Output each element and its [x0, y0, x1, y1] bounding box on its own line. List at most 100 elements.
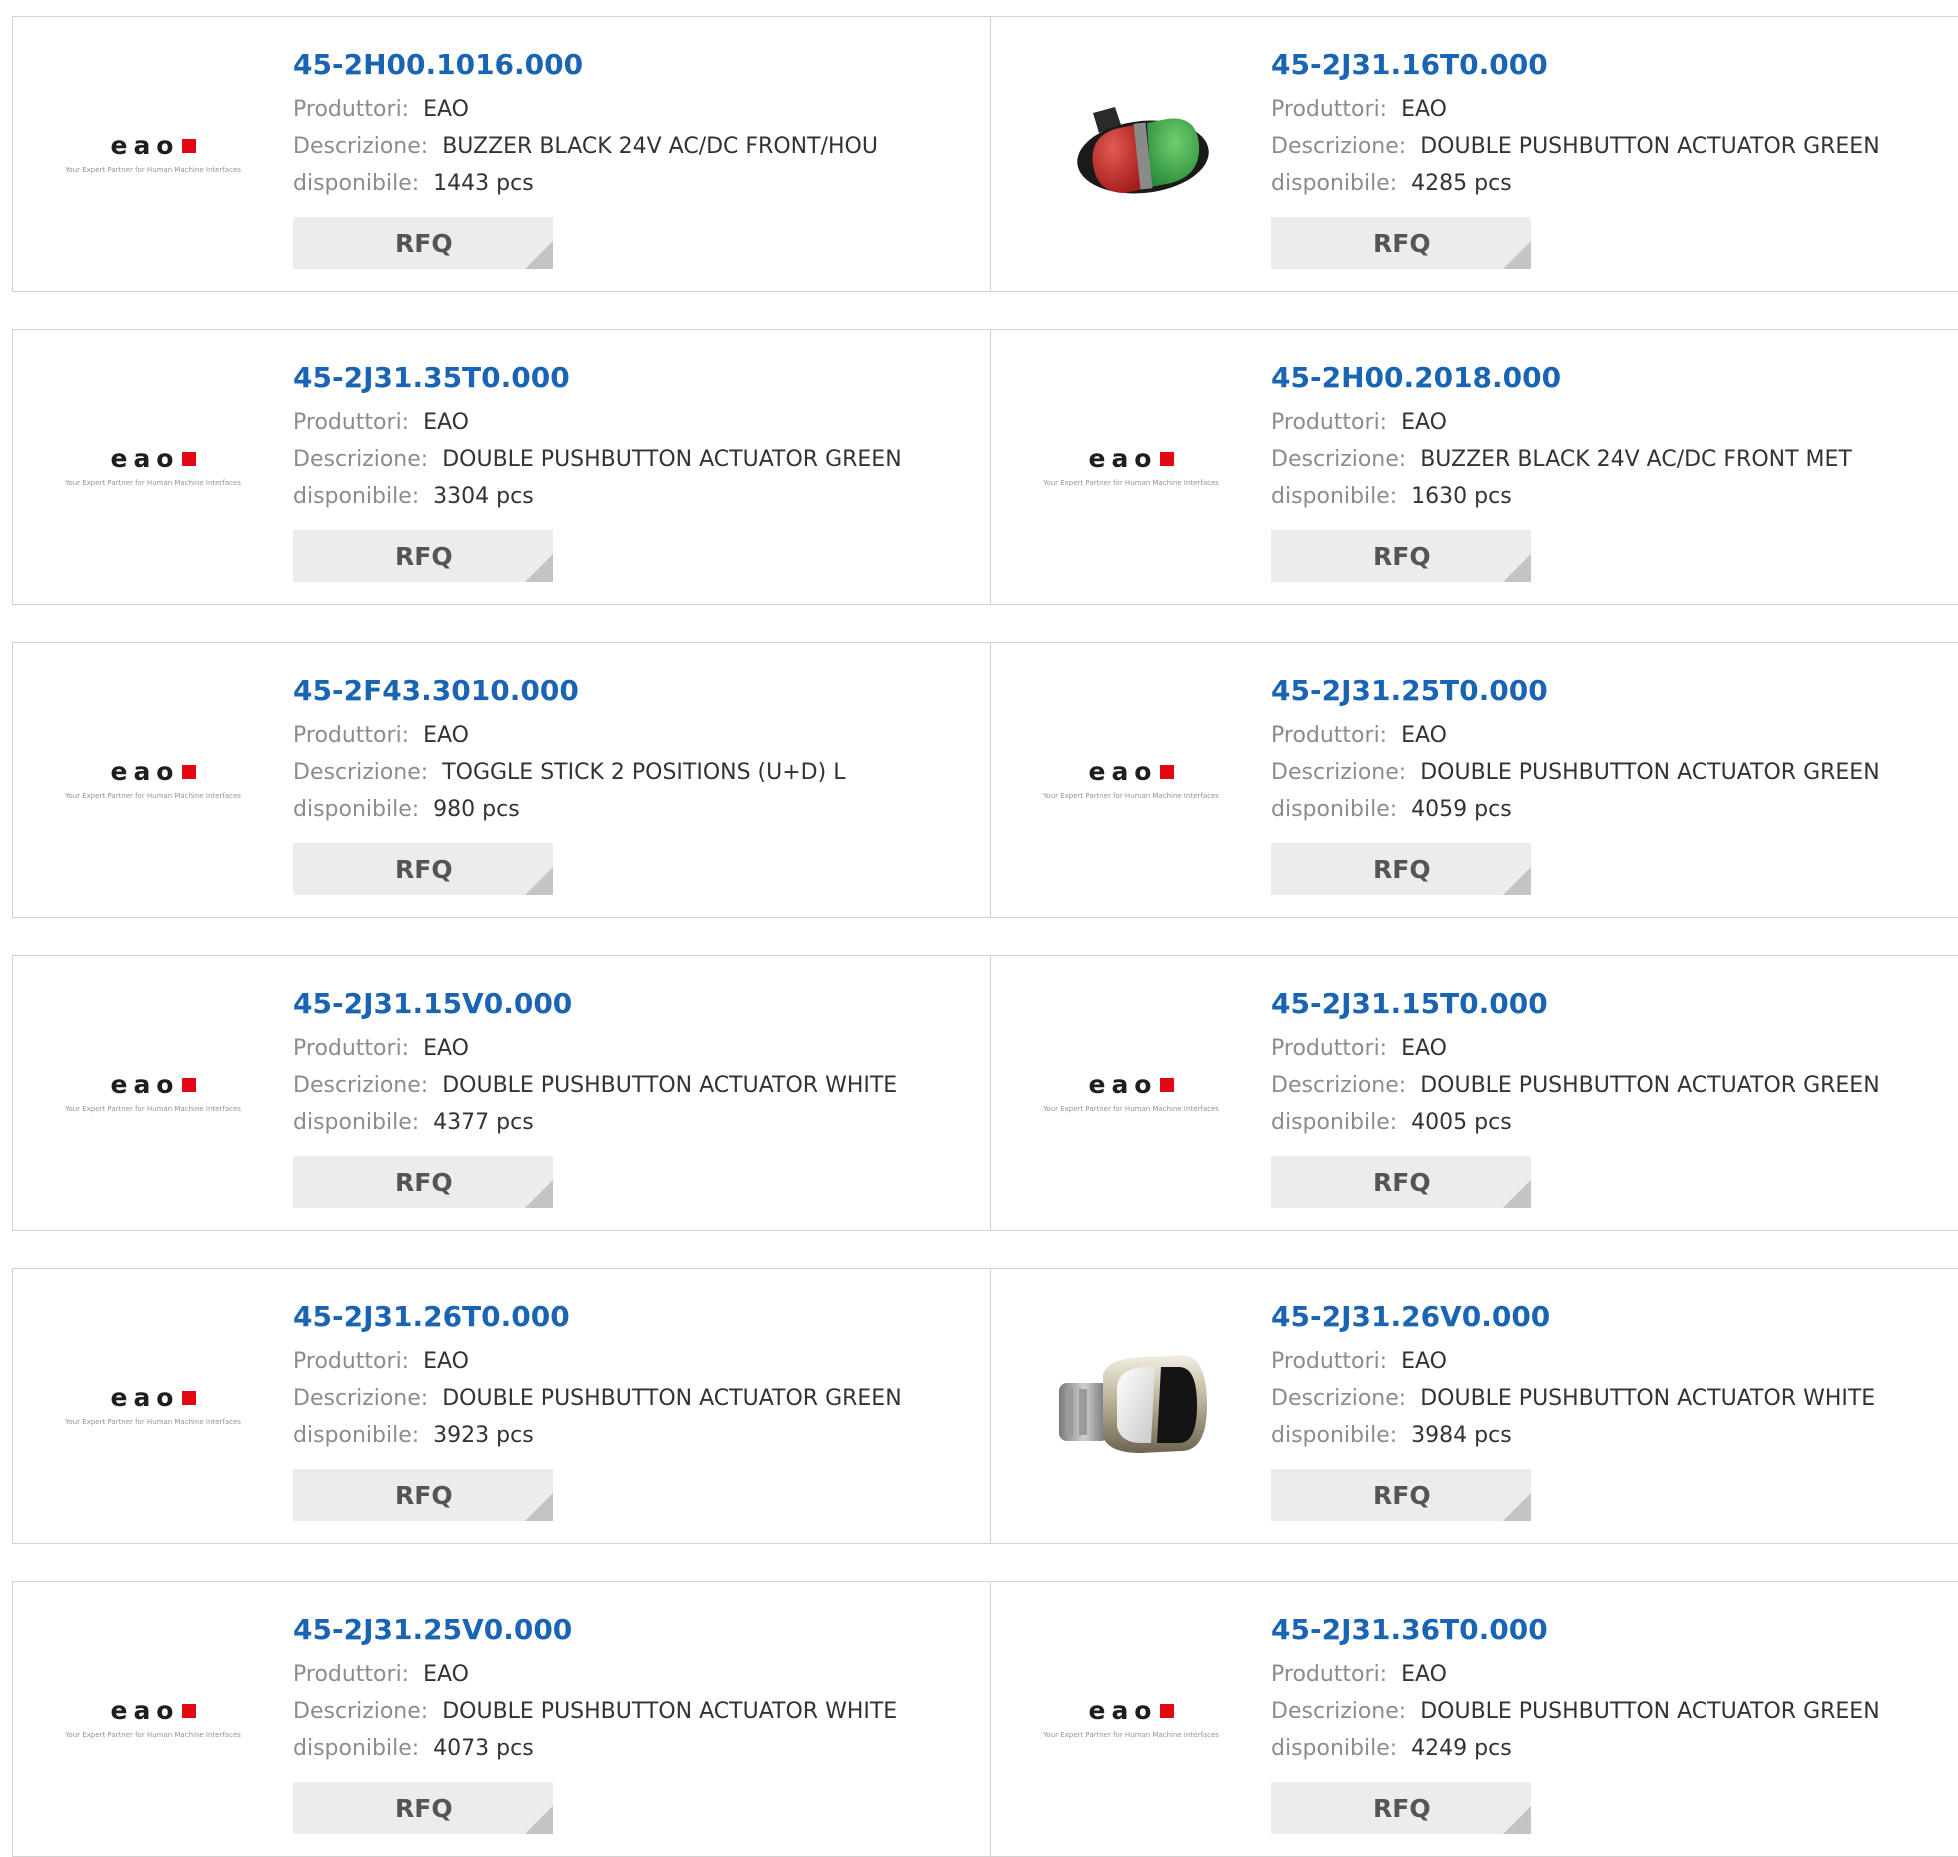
product-image[interactable]: eao Your Expert Partner for Human Machin…	[53, 53, 253, 253]
description-label: Descrizione:	[1271, 1386, 1407, 1411]
description-label: Descrizione:	[1271, 1073, 1407, 1098]
description-label: Descrizione:	[293, 447, 429, 472]
part-number-link[interactable]: 45-2J31.26V0.000	[1271, 1299, 1958, 1335]
description-row: Descrizione: TOGGLE STICK 2 POSITIONS (U+…	[293, 754, 981, 791]
rfq-button[interactable]: RFQ	[1271, 843, 1531, 895]
product-info: 45-2H00.2018.000 Produttori: EAO Descrizi…	[1271, 360, 1958, 515]
description-value: DOUBLE PUSHBUTTON ACTUATOR GREEN	[442, 447, 902, 472]
description-label: Descrizione:	[293, 760, 429, 785]
eao-logo-tagline: Your Expert Partner for Human Machine In…	[65, 1418, 241, 1426]
corner-triangle-icon	[1503, 1806, 1531, 1834]
product-card: eao Your Expert Partner for Human Machin…	[12, 329, 992, 605]
availability-row: disponibile: 4005 pcs	[1271, 1104, 1958, 1141]
eao-logo: eao Your Expert Partner for Human Machin…	[53, 758, 253, 801]
product-image[interactable]	[1031, 53, 1231, 253]
eao-logo-wordmark: eao	[110, 1384, 196, 1412]
part-number-link[interactable]: 45-2J31.25V0.000	[293, 1612, 981, 1648]
availability-label: disponibile:	[293, 1110, 420, 1135]
availability-row: disponibile: 4377 pcs	[293, 1104, 981, 1141]
eao-logo-tagline: Your Expert Partner for Human Machine In…	[1043, 1105, 1219, 1113]
rfq-button[interactable]: RFQ	[293, 1469, 553, 1521]
manufacturer-label: Produttori:	[293, 410, 410, 435]
manufacturer-value: EAO	[423, 1349, 469, 1374]
eao-logo: eao Your Expert Partner for Human Machin…	[53, 1384, 253, 1427]
description-row: Descrizione: DOUBLE PUSHBUTTON ACTUATOR G…	[293, 441, 981, 478]
rfq-button[interactable]: RFQ	[293, 530, 553, 582]
manufacturer-row: Produttori: EAO	[1271, 1656, 1958, 1693]
rfq-button[interactable]: RFQ	[293, 1156, 553, 1208]
eao-red-square-icon	[1159, 452, 1174, 466]
part-number-link[interactable]: 45-2J31.36T0.000	[1271, 1612, 1958, 1648]
rfq-button[interactable]: RFQ	[1271, 530, 1531, 582]
rfq-button[interactable]: RFQ	[1271, 1782, 1531, 1834]
part-number-link[interactable]: 45-2J31.15T0.000	[1271, 986, 1958, 1022]
product-image[interactable]: eao Your Expert Partner for Human Machin…	[1031, 366, 1231, 566]
availability-value: 3923 pcs	[433, 1423, 534, 1448]
description-row: Descrizione: BUZZER BLACK 24V AC/DC FRONT…	[293, 128, 981, 165]
description-label: Descrizione:	[1271, 447, 1407, 472]
part-number-link[interactable]: 45-2H00.1016.000	[293, 47, 981, 83]
description-value: DOUBLE PUSHBUTTON ACTUATOR WHITE	[442, 1073, 898, 1098]
product-image[interactable]: eao Your Expert Partner for Human Machin…	[1031, 992, 1231, 1192]
part-number-link[interactable]: 45-2F43.3010.000	[293, 673, 981, 709]
description-value: DOUBLE PUSHBUTTON ACTUATOR WHITE	[442, 1699, 898, 1724]
availability-value: 4073 pcs	[433, 1736, 534, 1761]
manufacturer-row: Produttori: EAO	[293, 717, 981, 754]
availability-row: disponibile: 4249 pcs	[1271, 1730, 1958, 1767]
part-number-link[interactable]: 45-2J31.16T0.000	[1271, 47, 1958, 83]
rfq-button[interactable]: RFQ	[1271, 217, 1531, 269]
manufacturer-row: Produttori: EAO	[1271, 1030, 1958, 1067]
description-value: BUZZER BLACK 24V AC/DC FRONT MET	[1420, 447, 1852, 472]
product-info: 45-2J31.36T0.000 Produttori: EAO Descrizi…	[1271, 1612, 1958, 1767]
part-number-link[interactable]: 45-2J31.35T0.000	[293, 360, 981, 396]
part-number-link[interactable]: 45-2J31.26T0.000	[293, 1299, 981, 1335]
product-image[interactable]: eao Your Expert Partner for Human Machin…	[1031, 679, 1231, 879]
availability-label: disponibile:	[1271, 1110, 1398, 1135]
availability-value: 3984 pcs	[1411, 1423, 1512, 1448]
description-label: Descrizione:	[293, 1699, 429, 1724]
product-image[interactable]: eao Your Expert Partner for Human Machin…	[53, 366, 253, 566]
red-green-double-pushbutton-photo	[1077, 107, 1209, 194]
eao-logo-tagline: Your Expert Partner for Human Machine In…	[65, 792, 241, 800]
product-image[interactable]: eao Your Expert Partner for Human Machin…	[1031, 1618, 1231, 1818]
rfq-label: RFQ	[395, 541, 453, 571]
corner-triangle-icon	[525, 554, 553, 582]
rfq-label: RFQ	[395, 854, 453, 884]
description-row: Descrizione: DOUBLE PUSHBUTTON ACTUATOR W…	[293, 1067, 981, 1104]
rfq-button[interactable]: RFQ	[293, 843, 553, 895]
product-grid: eao Your Expert Partner for Human Machin…	[0, 0, 1958, 1857]
product-image[interactable]: eao Your Expert Partner for Human Machin…	[53, 1305, 253, 1505]
product-image[interactable]: eao Your Expert Partner for Human Machin…	[53, 992, 253, 1192]
eao-logo-tagline: Your Expert Partner for Human Machine In…	[1043, 479, 1219, 487]
manufacturer-row: Produttori: EAO	[1271, 1343, 1958, 1380]
manufacturer-value: EAO	[423, 410, 469, 435]
part-number-link[interactable]: 45-2J31.25T0.000	[1271, 673, 1958, 709]
product-info: 45-2J31.15T0.000 Produttori: EAO Descrizi…	[1271, 986, 1958, 1141]
eao-logo-tagline: Your Expert Partner for Human Machine In…	[65, 479, 241, 487]
eao-red-square-icon	[181, 139, 196, 153]
availability-label: disponibile:	[293, 1736, 420, 1761]
product-info: 45-2J31.15V0.000 Produttori: EAO Descrizi…	[293, 986, 981, 1141]
rfq-button[interactable]: RFQ	[293, 217, 553, 269]
product-image[interactable]: eao Your Expert Partner for Human Machin…	[53, 1618, 253, 1818]
rfq-button[interactable]: RFQ	[293, 1782, 553, 1834]
corner-triangle-icon	[525, 867, 553, 895]
corner-triangle-icon	[1503, 1493, 1531, 1521]
rfq-button[interactable]: RFQ	[1271, 1156, 1531, 1208]
description-value: DOUBLE PUSHBUTTON ACTUATOR GREEN	[1420, 760, 1880, 785]
rfq-button[interactable]: RFQ	[1271, 1469, 1531, 1521]
product-image[interactable]: eao Your Expert Partner for Human Machin…	[53, 679, 253, 879]
part-number-link[interactable]: 45-2J31.15V0.000	[293, 986, 981, 1022]
product-info: 45-2J31.26V0.000 Produttori: EAO Descrizi…	[1271, 1299, 1958, 1454]
product-image[interactable]	[1031, 1305, 1231, 1505]
manufacturer-value: EAO	[1401, 410, 1447, 435]
availability-label: disponibile:	[293, 797, 420, 822]
corner-triangle-icon	[525, 241, 553, 269]
manufacturer-label: Produttori:	[1271, 1036, 1388, 1061]
description-row: Descrizione: DOUBLE PUSHBUTTON ACTUATOR W…	[1271, 1380, 1958, 1417]
availability-row: disponibile: 4285 pcs	[1271, 165, 1958, 202]
eao-logo-wordmark: eao	[1088, 445, 1174, 473]
availability-value: 4249 pcs	[1411, 1736, 1512, 1761]
part-number-link[interactable]: 45-2H00.2018.000	[1271, 360, 1958, 396]
corner-triangle-icon	[525, 1806, 553, 1834]
